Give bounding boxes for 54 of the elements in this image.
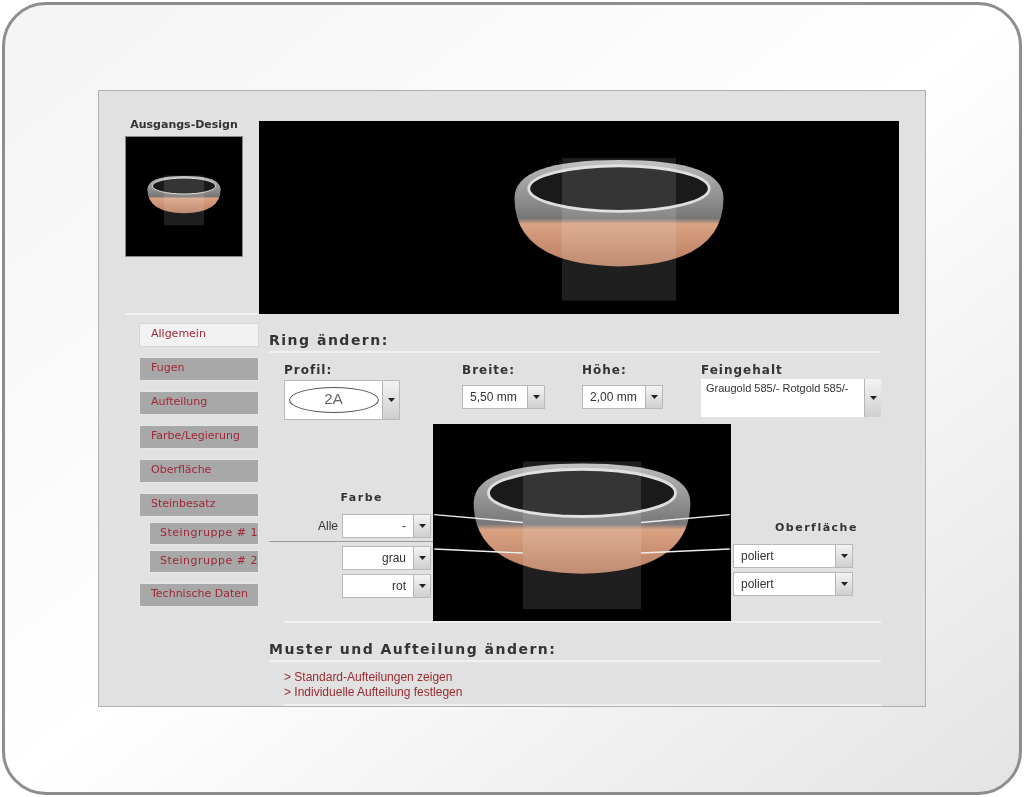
caret-icon (418, 556, 426, 560)
caret-icon (532, 394, 540, 399)
finish-select[interactable]: poliert (733, 544, 853, 568)
height-select[interactable]: 2,00 mm (582, 384, 663, 409)
caret-icon (869, 395, 877, 400)
field-label: Höhe: (582, 361, 628, 379)
select-value: rot (391, 578, 407, 595)
column-heading: Oberfläche (775, 519, 858, 536)
dropdown-button[interactable] (413, 575, 430, 597)
section-heading: Ring ändern: (269, 330, 390, 350)
option-link[interactable]: > Individuelle Aufteilung festlegen (284, 685, 881, 700)
select-value: grau (380, 550, 407, 567)
caret-icon (840, 554, 848, 558)
nav-tab[interactable]: Steingruppe # 2 (149, 549, 259, 573)
caret-icon (418, 584, 426, 588)
dropdown-button[interactable] (835, 545, 852, 567)
thumbnail-title: Ausgangs-Design (129, 117, 239, 133)
nav-tab[interactable]: Farbe/Legierung (139, 424, 259, 449)
caret-icon (840, 582, 848, 586)
select-value: poliert (740, 576, 775, 593)
nav-tab[interactable]: Oberfläche (139, 458, 259, 483)
finish-select[interactable]: poliert (733, 572, 853, 596)
dropdown-button[interactable] (835, 573, 852, 595)
width-select[interactable]: 5,50 mm (462, 384, 545, 409)
nav-tab[interactable]: Allgemein (139, 322, 259, 347)
select-value: poliert (740, 548, 775, 565)
row-label: Alle (318, 518, 338, 535)
nav-tab[interactable]: Technische Daten (139, 582, 259, 607)
color-select[interactable]: rot (342, 574, 431, 598)
nav-tab[interactable]: Fugen (139, 356, 259, 381)
dropdown-button[interactable] (527, 385, 544, 408)
field-label: Profil: (284, 361, 334, 379)
field-label: Feingehalt (701, 361, 784, 379)
field-label: Breite: (462, 361, 516, 379)
caret-icon (418, 524, 426, 528)
nav-tab[interactable]: Steingruppe # 1 (149, 521, 259, 545)
select-value: 2,00 mm (589, 388, 638, 406)
caret-icon (650, 394, 658, 399)
alloy-select[interactable]: Graugold 585/- Rotgold 585/- (701, 378, 881, 417)
dropdown-button[interactable] (413, 515, 430, 537)
nav-tab[interactable]: Aufteilung (139, 390, 259, 415)
section-heading: Muster und Aufteilung ändern: (269, 640, 558, 659)
caret-icon (387, 397, 395, 402)
column-heading: Farbe (340, 489, 383, 506)
select-value: Graugold 585/- Rotgold 585/- (705, 380, 850, 396)
select-value: 5,50 mm (469, 388, 518, 406)
color-select[interactable]: grau (342, 546, 431, 570)
nav-tab[interactable]: Steinbesatz (139, 492, 259, 517)
dropdown-button[interactable] (413, 547, 430, 569)
color-select[interactable]: - (342, 514, 431, 538)
select-value: - (401, 518, 407, 535)
option-link[interactable]: > Standard-Aufteilungen zeigen (284, 670, 881, 685)
profile-select[interactable]: 2A (284, 379, 400, 420)
dropdown-button[interactable] (645, 385, 662, 408)
